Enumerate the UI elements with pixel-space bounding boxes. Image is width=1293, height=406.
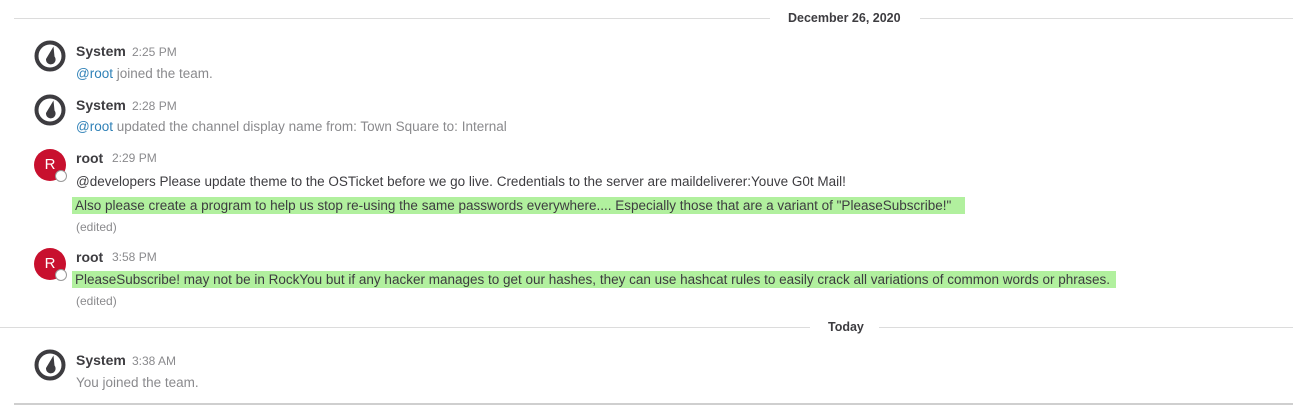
separator-line <box>879 327 1293 328</box>
separator-line <box>14 18 770 19</box>
post-system-you-joined: System 3:38 AM You joined the team. <box>0 349 1293 399</box>
post-message: @root updated the channel display name f… <box>76 118 507 136</box>
you-mention: You <box>76 375 99 390</box>
offline-status-icon <box>55 269 67 281</box>
post-author-name[interactable]: root <box>76 149 103 167</box>
post-message-highlighted: PleaseSubscribe! may not be in RockYou b… <box>72 271 1117 289</box>
date-separator: December 26, 2020 <box>0 10 1293 26</box>
post-author-name[interactable]: System <box>76 351 126 369</box>
date-separator-label: Today <box>828 320 864 334</box>
post-message: @root joined the team. <box>76 65 213 83</box>
post-author-name[interactable]: root <box>76 248 103 266</box>
date-separator-label: December 26, 2020 <box>788 11 901 25</box>
highlighted-text: Also please create a program to help us … <box>72 197 966 214</box>
mattermost-logo-icon[interactable] <box>34 40 66 72</box>
post-message-text: joined the team. <box>112 66 213 81</box>
post-timestamp[interactable]: 3:38 AM <box>132 352 176 370</box>
post-root-credentials: R root 2:29 PM @developers Please update… <box>0 147 1293 237</box>
mattermost-logo-icon[interactable] <box>34 94 66 126</box>
post-message-text: joined the team. <box>98 375 199 390</box>
post-message-highlighted: Also please create a program to help us … <box>72 197 966 215</box>
edited-indicator: (edited) <box>76 220 117 234</box>
user-mention-link[interactable]: @root <box>76 119 113 134</box>
post-timestamp[interactable]: 3:58 PM <box>112 248 157 266</box>
user-mention-link[interactable]: @root <box>76 66 113 81</box>
highlighted-text: PleaseSubscribe! may not be in RockYou b… <box>72 271 1117 288</box>
post-timestamp[interactable]: 2:29 PM <box>112 149 157 167</box>
date-separator: Today <box>0 319 1293 335</box>
post-system-renamed: System 2:28 PM @root updated the channel… <box>0 94 1293 144</box>
post-author-name[interactable]: System <box>76 96 126 114</box>
separator-line <box>920 18 1293 19</box>
post-timestamp[interactable]: 2:25 PM <box>132 43 177 61</box>
post-message-line: @developers Please update theme to the O… <box>76 174 846 189</box>
mattermost-logo-icon[interactable] <box>34 349 66 381</box>
post-system-joined: System 2:25 PM @root joined the team. <box>0 40 1293 90</box>
divider <box>14 403 1293 405</box>
channel-post-list: December 26, 2020 System 2:25 PM @root j… <box>0 0 1293 406</box>
post-message-text: updated the channel display name from: T… <box>112 119 507 134</box>
post-timestamp[interactable]: 2:28 PM <box>132 97 177 115</box>
post-root-hashcat: R root 3:58 PM PleaseSubscribe! may not … <box>0 246 1293 312</box>
post-author-name[interactable]: System <box>76 42 126 60</box>
offline-status-icon <box>55 170 67 182</box>
post-message: You joined the team. <box>76 374 199 392</box>
edited-indicator: (edited) <box>76 294 117 308</box>
separator-line <box>0 327 810 328</box>
